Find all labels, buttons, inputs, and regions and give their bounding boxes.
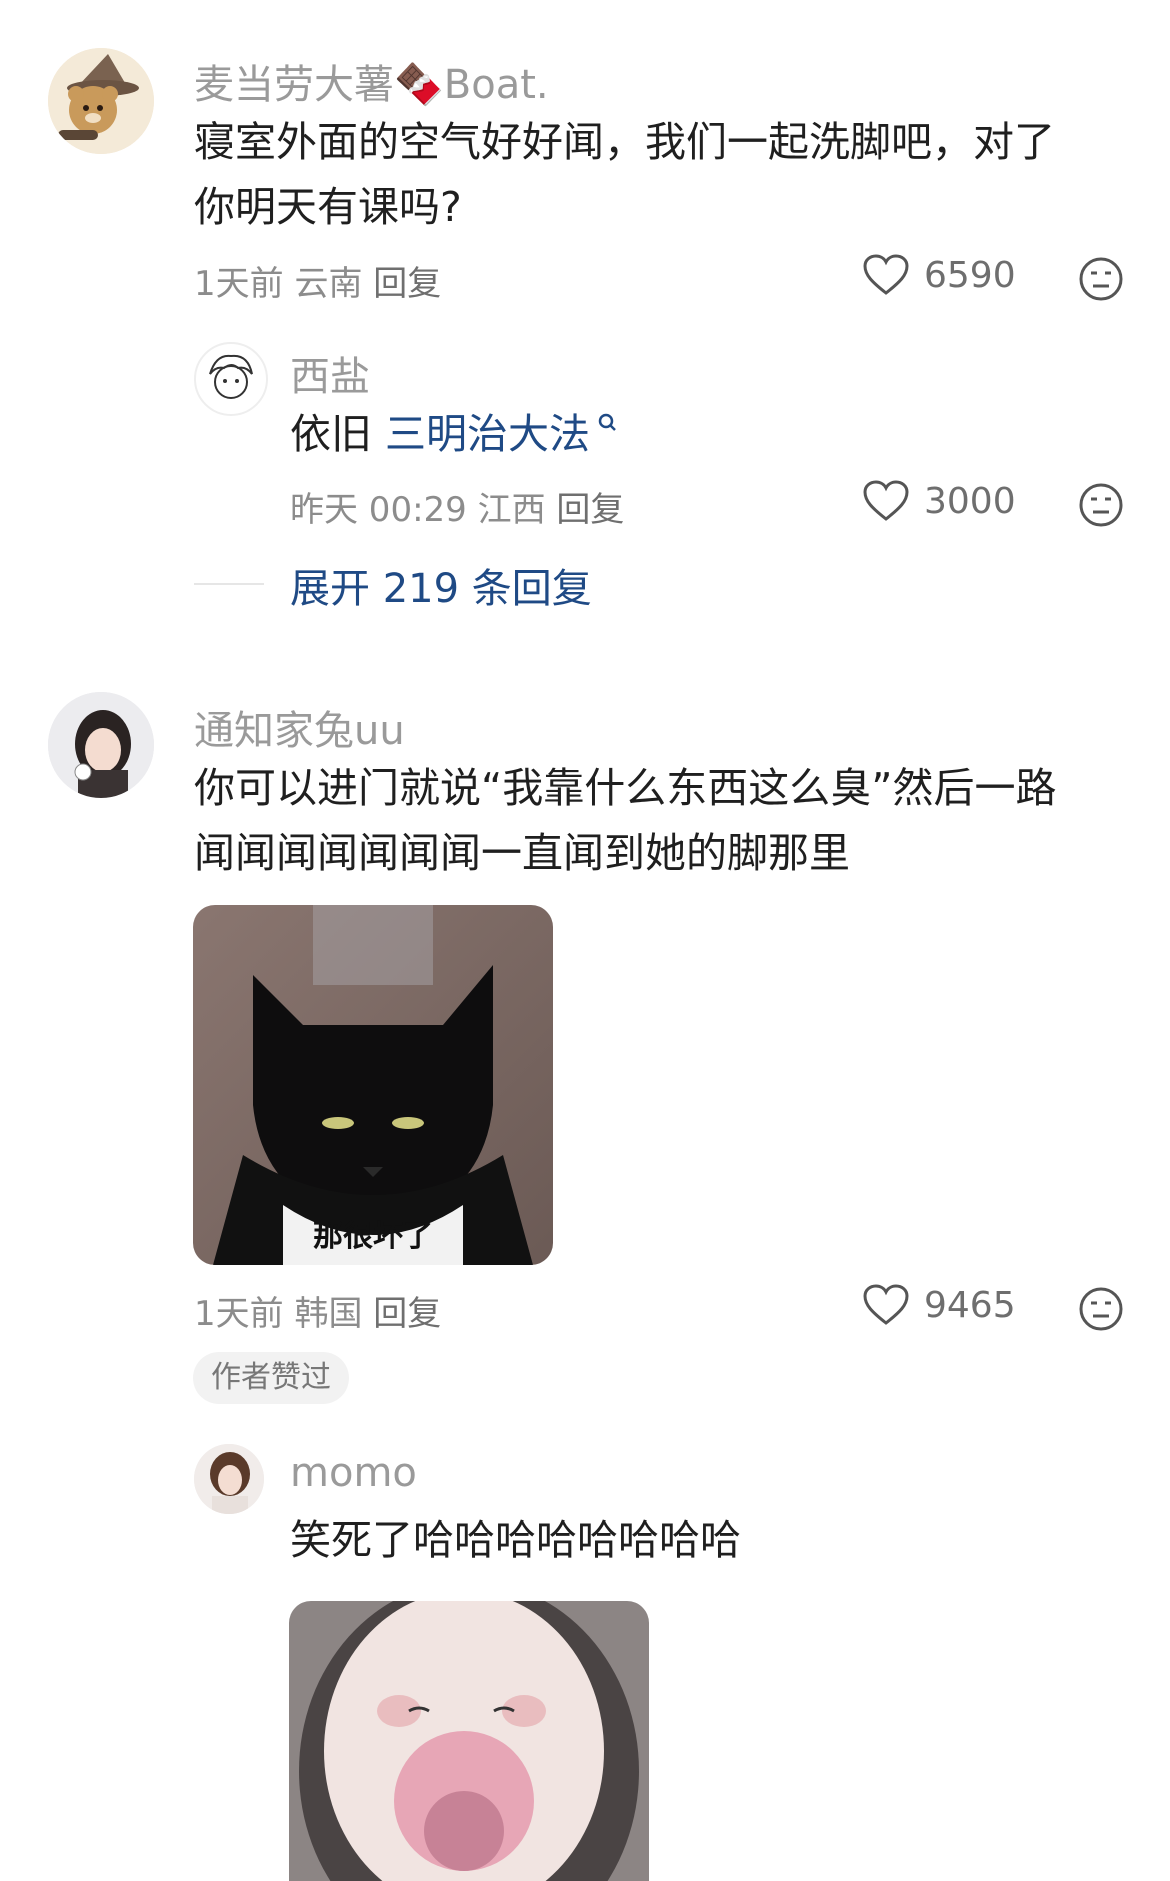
reply-location: 江西 [477,490,546,530]
like-count: 9465 [924,1284,1016,1326]
comment-meta: 1天前 韩国 回复 [194,1286,441,1335]
dislike-face-icon[interactable] [1078,482,1124,528]
comment-time: 1天前 [194,264,284,304]
comment-text: 寝室外面的空气好好闻，我们一起洗脚吧，对了 [194,118,1055,166]
comment-text: 你明天有课吗? [194,183,462,231]
avatar[interactable] [48,692,154,798]
like-button[interactable]: 9465 [862,1284,1016,1326]
heart-icon [863,254,909,295]
comment-username[interactable]: 通知家兔uu [194,698,405,756]
reply-time: 昨天 00:29 [290,490,467,530]
like-count: 6590 [924,254,1016,296]
reply-text: 依旧 三明治大法 [290,402,619,467]
expand-replies-button[interactable]: 展开 219 条回复 [290,556,592,614]
reply-username[interactable]: 西盐 [290,344,370,402]
comment-time: 1天前 [194,1294,284,1334]
reply-text: 笑死了哈哈哈哈哈哈哈哈 [290,1516,741,1564]
image-caption: 那很坏了 [313,1219,433,1254]
reply-image[interactable] [289,1601,649,1881]
heart-icon [863,1284,909,1325]
reply-button[interactable]: 回复 [373,264,441,304]
comment-username[interactable]: 麦当劳大薯🍫Boat. [194,52,549,110]
comment-image[interactable]: 那很坏了 [193,905,553,1265]
search-link[interactable]: 三明治大法 [385,410,590,458]
reply-text-prefix: 依旧 [290,410,372,458]
reply-avatar[interactable] [194,342,268,416]
reply-button[interactable]: 回复 [373,1294,441,1334]
reply-meta: 昨天 00:29 江西 回复 [290,482,624,531]
author-liked-badge: 作者赞过 [193,1352,349,1404]
search-icon [598,413,616,431]
reply-username[interactable]: momo [290,1450,417,1496]
comment-meta: 1天前 云南 回复 [194,256,441,305]
comment-location: 韩国 [294,1294,363,1334]
like-button[interactable]: 3000 [862,480,1016,522]
reply-avatar[interactable] [194,1444,264,1514]
comment-text: 闻闻闻闻闻闻闻一直闻到她的脚那里 [194,829,850,877]
divider [194,583,264,585]
dislike-face-icon[interactable] [1078,256,1124,302]
like-count: 3000 [924,480,1016,522]
reply-button[interactable]: 回复 [556,490,624,530]
dislike-face-icon[interactable] [1078,1286,1124,1332]
like-button[interactable]: 6590 [862,254,1016,296]
comment-text: 你可以进门就说“我靠什么东西这么臭”然后一路 [194,764,1057,812]
heart-icon [863,480,909,521]
comment-location: 云南 [294,264,363,304]
avatar[interactable] [48,48,154,154]
